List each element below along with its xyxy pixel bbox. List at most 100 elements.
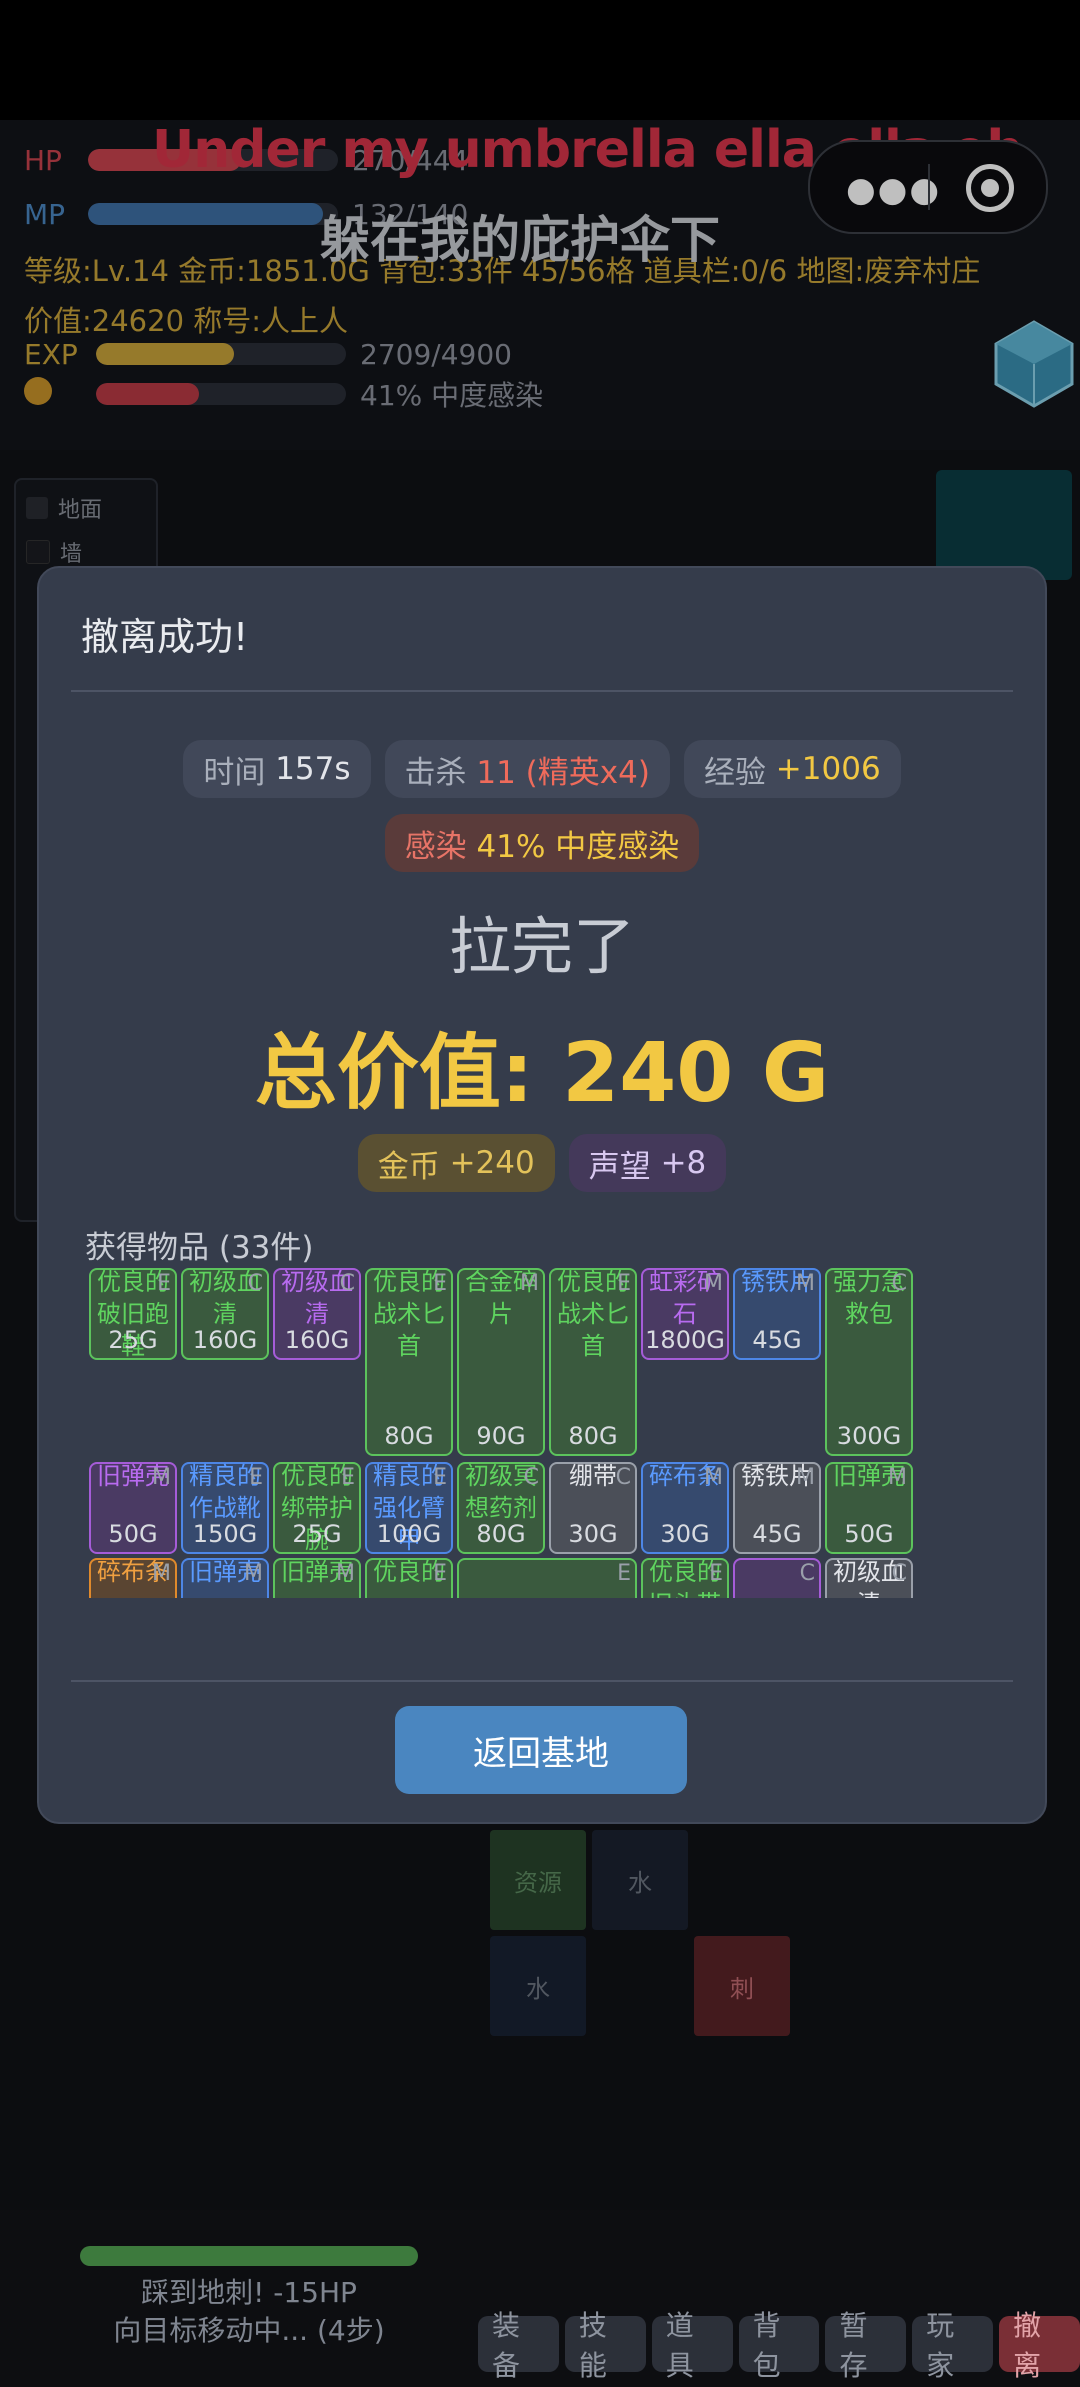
loot-item-price: 80G xyxy=(568,1422,618,1450)
bottom-menu: 装备 技能 道具 背包 暂存 玩家 撤离 xyxy=(478,2309,1080,2382)
loot-item-price: 45G xyxy=(752,1520,802,1548)
event-log: 踩到地刺! -15HP 向目标移动中... (4步) xyxy=(80,2274,418,2350)
loot-item[interactable]: 优良的破旧跑鞋 25G E xyxy=(89,1268,177,1360)
status-bar xyxy=(0,0,1080,120)
loot-item-tag: E xyxy=(433,1465,447,1490)
loot-item-price: 150G xyxy=(192,1520,258,1548)
loot-item[interactable]: 优良的战术匕首 80G E xyxy=(365,1268,453,1456)
loot-item-tag: M xyxy=(244,1561,263,1586)
loot-item[interactable]: 旧弹壳 M xyxy=(273,1558,361,1598)
loot-item-tag: M xyxy=(796,1271,815,1296)
loot-item-tag: M xyxy=(520,1271,539,1296)
loot-item-price: 50G xyxy=(844,1520,894,1548)
loot-item-tag: C xyxy=(247,1271,263,1296)
result-headline: 拉完了 xyxy=(448,910,635,983)
log-line: 向目标移动中... (4步) xyxy=(113,2314,385,2347)
loot-item[interactable]: C xyxy=(733,1558,821,1598)
dialog-title: 撤离成功! xyxy=(81,615,249,659)
loot-item-price: 80G xyxy=(384,1422,434,1450)
loot-item[interactable]: 锈铁片 45G M xyxy=(733,1462,821,1554)
loot-item[interactable]: 虹彩矿石 1800G M xyxy=(641,1268,729,1360)
move-progress-bar xyxy=(80,2246,418,2266)
loot-item-price: 80G xyxy=(476,1520,526,1548)
time-pill: 时间 157s xyxy=(183,740,371,798)
loot-item-tag: C xyxy=(891,1561,907,1586)
loot-item-price: 300G xyxy=(836,1422,902,1450)
loot-item-tag: E xyxy=(341,1465,355,1490)
menu-skills[interactable]: 技能 xyxy=(564,2309,646,2382)
loot-item[interactable]: 初级冥想药剂 80G C xyxy=(457,1462,545,1554)
menu-evacuate[interactable]: 撤离 xyxy=(999,2309,1080,2382)
loot-item-tag: E xyxy=(433,1271,447,1296)
items-title: 获得物品 (33件) xyxy=(85,1230,314,1266)
loot-item-tag: C xyxy=(339,1271,355,1296)
loot-item[interactable]: 旧弹壳 M xyxy=(181,1558,269,1598)
loot-item[interactable]: 精良的作战靴 150G E xyxy=(181,1462,269,1554)
loot-item-tag: E xyxy=(157,1271,171,1296)
loot-item[interactable]: 合金碎片 90G M xyxy=(457,1268,545,1456)
items-grid: 优良的破旧跑鞋 25G E 初级血清 160G C 初级血清 160G C 优良的战术匕首 80G E… xyxy=(89,1268,959,1598)
loot-item-tag: C xyxy=(523,1465,539,1490)
infection-pill: 感染 41% 中度感染 xyxy=(384,814,700,872)
loot-item-tag: C xyxy=(891,1271,907,1296)
loot-item[interactable]: 锈铁片 45G M xyxy=(733,1268,821,1360)
loot-item-tag: M xyxy=(796,1465,815,1490)
divider xyxy=(71,1680,1013,1682)
menu-players[interactable]: 玩家 xyxy=(912,2309,994,2382)
loot-item[interactable]: 优良的战术匕首 80G E xyxy=(549,1268,637,1456)
loot-item[interactable]: 精良的强化臂甲 100G E xyxy=(365,1462,453,1554)
loot-item-price: 1800G xyxy=(645,1326,725,1354)
infection-pill-row: 感染 41% 中度感染 xyxy=(39,814,1045,872)
loot-item[interactable]: 旧弹壳 50G M xyxy=(825,1462,913,1554)
divider xyxy=(71,690,1013,692)
loot-item-tag: E xyxy=(617,1271,631,1296)
loot-item-price: 25G xyxy=(108,1326,158,1354)
loot-item[interactable]: 优良的绑带护腕 25G E xyxy=(273,1462,361,1554)
menu-items[interactable]: 道具 xyxy=(651,2309,733,2382)
loot-item[interactable]: 优良的旧头带E xyxy=(641,1558,729,1598)
gold-pill: 金币 +240 xyxy=(357,1134,555,1192)
loot-item-tag: E xyxy=(617,1561,631,1586)
loot-item-price: 160G xyxy=(192,1326,258,1354)
loot-item-price: 25G xyxy=(292,1520,342,1548)
loot-item[interactable]: 绷带 30G C xyxy=(549,1462,637,1554)
summary-pills: 时间 157s 击杀 11 (精英x4) 经验 +1006 xyxy=(39,740,1045,798)
loot-item-tag: M xyxy=(704,1271,723,1296)
return-base-button[interactable]: 返回基地 xyxy=(395,1706,687,1794)
loot-item[interactable]: 优良的 E xyxy=(365,1558,453,1598)
loot-item-price: 30G xyxy=(568,1520,618,1548)
menu-storage[interactable]: 暂存 xyxy=(825,2309,907,2382)
loot-item-tag: E xyxy=(249,1465,263,1490)
kill-pill: 击杀 11 (精英x4) xyxy=(384,740,670,798)
total-value: 总价值: 240 G xyxy=(254,1026,830,1121)
loot-item[interactable]: 碎布条 30G M xyxy=(641,1462,729,1554)
loot-item-tag: M xyxy=(888,1465,907,1490)
loot-item-tag: M xyxy=(704,1465,723,1490)
loot-item[interactable]: 初级血清C xyxy=(825,1558,913,1598)
loot-item-tag: E xyxy=(433,1561,447,1586)
loot-item[interactable]: 强力急救包 300G C xyxy=(825,1268,913,1456)
exp-pill: 经验 +1006 xyxy=(683,740,901,798)
reward-pills: 金币 +240 声望 +8 xyxy=(39,1134,1045,1192)
loot-item-tag: M xyxy=(336,1561,355,1586)
evacuation-result-dialog: 撤离成功! 时间 157s 击杀 11 (精英x4) 经验 +1006 感染 4… xyxy=(37,566,1047,1824)
loot-item[interactable]: 初级血清 160G C xyxy=(273,1268,361,1360)
menu-equipment[interactable]: 装备 xyxy=(478,2309,559,2382)
loot-item-price: 45G xyxy=(752,1326,802,1354)
menu-backpack[interactable]: 背包 xyxy=(738,2309,820,2382)
loot-item-price: 160G xyxy=(284,1326,350,1354)
loot-item[interactable]: 旧弹壳 50G M xyxy=(89,1462,177,1554)
loot-item-price: 50G xyxy=(108,1520,158,1548)
loot-item[interactable]: 初级血清 160G C xyxy=(181,1268,269,1360)
loot-item-price: 30G xyxy=(660,1520,710,1548)
loot-item-tag: C xyxy=(799,1561,815,1586)
loot-item-price: 90G xyxy=(476,1422,526,1450)
log-line: 踩到地刺! -15HP xyxy=(141,2276,357,2309)
loot-item[interactable]: 碎布条 M xyxy=(89,1558,177,1598)
loot-item-tag: M xyxy=(152,1561,171,1586)
loot-item[interactable]: E xyxy=(457,1558,637,1598)
loot-item-price: 100G xyxy=(376,1520,442,1548)
loot-item-tag: C xyxy=(615,1465,631,1490)
loot-item-tag: E xyxy=(709,1561,723,1586)
fame-pill: 声望 +8 xyxy=(568,1134,727,1192)
